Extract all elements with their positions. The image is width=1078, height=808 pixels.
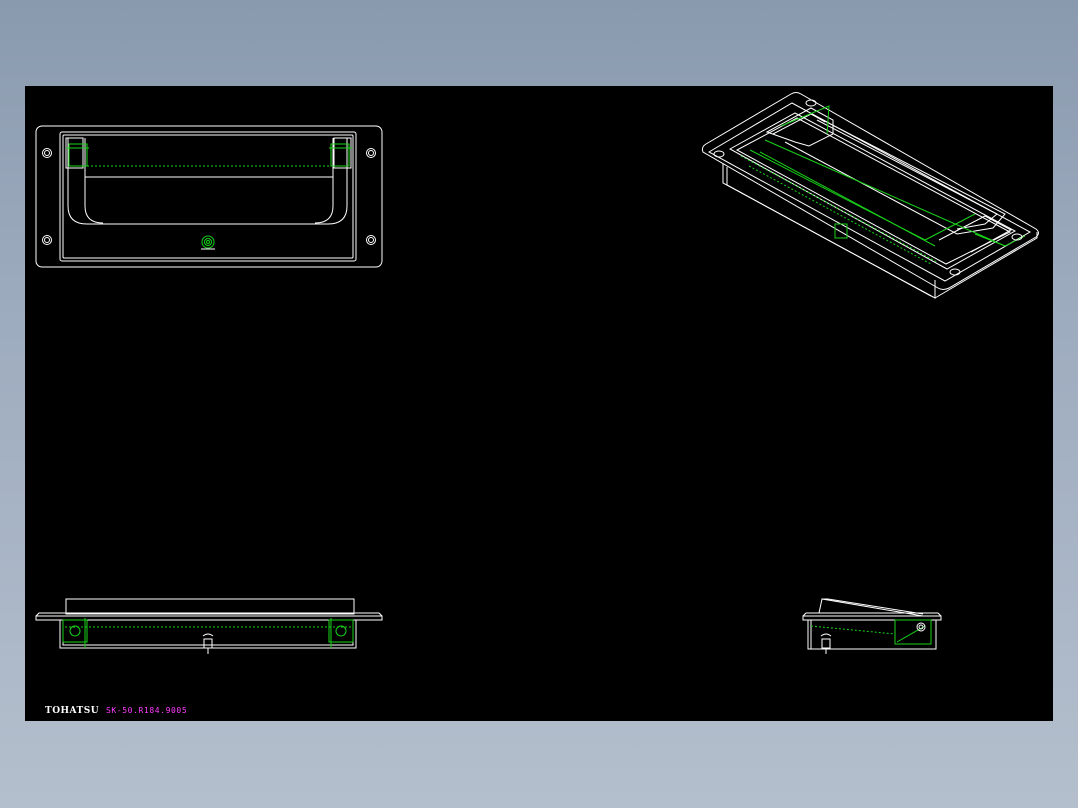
part-code-label: SK-50.R184.9005	[106, 706, 188, 715]
end-elevation	[802, 598, 942, 654]
drawing-viewport[interactable]: TOHATSU SK-50.R184.9005	[25, 86, 1053, 721]
isometric-view	[701, 92, 1039, 299]
front-view	[35, 125, 383, 268]
company-logo: TOHATSU	[45, 706, 100, 716]
side-elevation	[35, 598, 383, 654]
